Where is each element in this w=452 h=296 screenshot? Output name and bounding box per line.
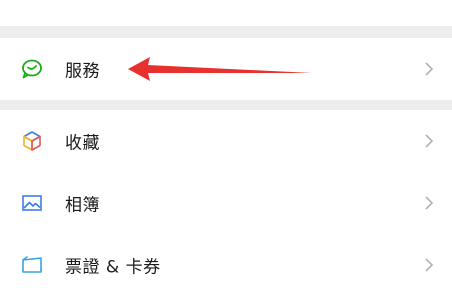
menu-item-services[interactable]: 服務 <box>0 38 452 100</box>
favorites-icon <box>20 129 44 153</box>
services-icon <box>20 57 44 81</box>
chevron-right-icon <box>424 257 434 273</box>
album-icon <box>20 191 44 215</box>
menu-item-label: 相簿 <box>65 195 100 216</box>
chevron-right-icon <box>424 61 434 77</box>
menu-item-album[interactable]: 相簿 <box>0 172 452 234</box>
cards-offers-icon <box>20 253 44 277</box>
section-separator <box>0 26 452 38</box>
menu-item-favorites[interactable]: 收藏 <box>0 110 452 172</box>
chevron-right-icon <box>424 195 434 211</box>
menu-item-label: 收藏 <box>65 133 100 154</box>
menu-item-cards-offers[interactable]: 票證 & 卡券 <box>0 234 452 296</box>
menu-item-label: 票證 & 卡券 <box>65 257 161 278</box>
section-separator-top <box>0 0 452 12</box>
section-separator <box>0 100 452 110</box>
chevron-right-icon <box>424 133 434 149</box>
menu-item-label: 服務 <box>65 61 100 82</box>
